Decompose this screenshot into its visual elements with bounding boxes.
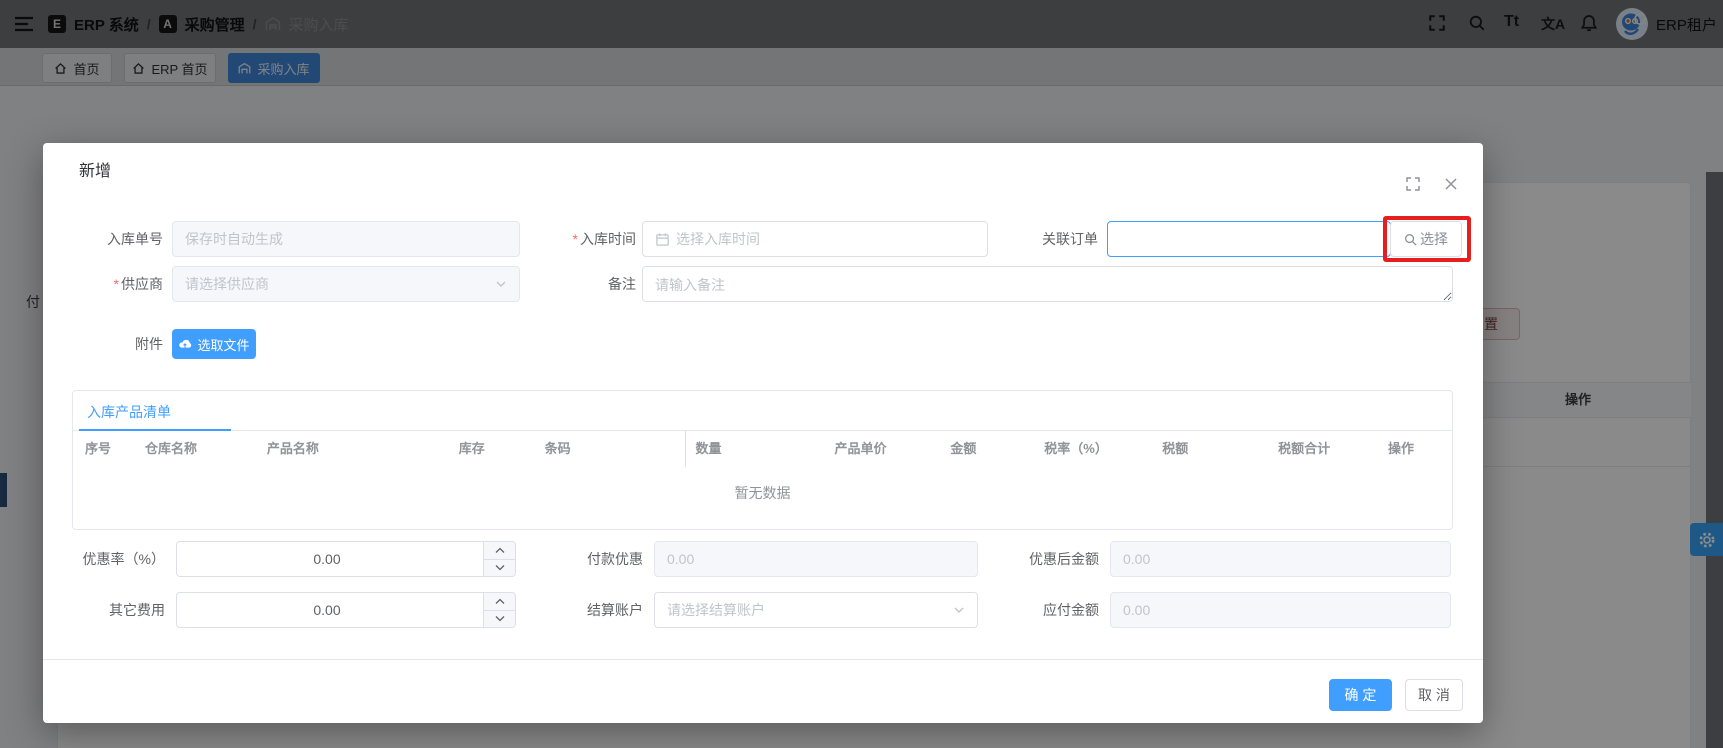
footer-divider xyxy=(43,659,1483,660)
stepper-up-icon[interactable] xyxy=(484,593,515,611)
empty-data-text: 暂无数据 xyxy=(734,485,791,501)
amount-payable-label: 应付金额 xyxy=(1043,602,1099,618)
col-quantity: 数量 xyxy=(684,431,835,467)
dialog-title: 新增 xyxy=(79,163,112,180)
in-time-picker[interactable]: 选择入库时间 xyxy=(642,221,988,257)
cancel-button[interactable]: 取 消 xyxy=(1405,679,1463,711)
col-tax-rate: 税率（%） xyxy=(1044,441,1108,456)
col-seq: 序号 xyxy=(85,441,112,456)
payment-discount-label: 付款优惠 xyxy=(587,551,643,567)
product-table-header: 序号 仓库名称 产品名称 库存 条码 数量 产品单价 金额 税率（%） 税额 税… xyxy=(73,431,1452,467)
stepper-up-icon[interactable] xyxy=(484,542,515,560)
choose-file-button[interactable]: 选取文件 xyxy=(172,329,256,359)
col-unit-price: 产品单价 xyxy=(834,441,887,456)
remark-label: 备注 xyxy=(608,276,636,292)
amount-payable-field[interactable] xyxy=(1123,602,1438,618)
other-fee-field[interactable] xyxy=(177,602,477,618)
confirm-button[interactable]: 确 定 xyxy=(1329,679,1392,711)
in-time-label: * 入库时间 xyxy=(572,231,636,247)
col-warehouse: 仓库名称 xyxy=(144,441,197,456)
stepper-down-icon[interactable] xyxy=(484,559,515,576)
dialog-close-icon[interactable] xyxy=(1443,176,1459,192)
screen: E ERP 系统 / A 采购管理 / 采购入库 Tt 文A ERP租户 首页 … xyxy=(0,0,1723,748)
attachment-label: 附件 xyxy=(135,336,163,352)
col-stock: 库存 xyxy=(458,441,485,456)
dialog-maximize-icon[interactable] xyxy=(1405,176,1421,192)
after-discount-label: 优惠后金额 xyxy=(1029,551,1099,567)
other-fee-input[interactable] xyxy=(176,592,516,628)
col-tax: 税额 xyxy=(1162,441,1189,456)
add-dialog: 新增 入库单号 *入库时间 选择入库时间 关联订单 选择 *供应商 xyxy=(43,143,1483,723)
related-order-field[interactable] xyxy=(1120,231,1378,247)
discount-rate-input[interactable] xyxy=(176,541,516,577)
after-discount-field[interactable] xyxy=(1123,551,1438,567)
amount-payable-input[interactable] xyxy=(1110,592,1451,628)
remark-textarea[interactable] xyxy=(642,266,1453,302)
supplier-select[interactable]: 请选择供应商 xyxy=(172,266,520,302)
discount-rate-field[interactable] xyxy=(177,551,477,567)
payment-discount-input[interactable] xyxy=(654,541,978,577)
order-no-input[interactable] xyxy=(172,221,520,257)
related-order-select-button[interactable]: 选择 xyxy=(1390,221,1462,257)
after-discount-input[interactable] xyxy=(1110,541,1451,577)
tab-product-list[interactable]: 入库产品清单 xyxy=(87,402,171,422)
order-no-label: 入库单号 xyxy=(107,231,163,247)
col-tax-total: 税额合计 xyxy=(1278,441,1331,456)
other-fee-stepper xyxy=(483,593,515,627)
settlement-account-select[interactable]: 请选择结算账户 xyxy=(654,592,978,628)
product-list-card: 入库产品清单 序号 仓库名称 产品名称 库存 条码 数量 产品单价 金额 税率（… xyxy=(72,390,1453,530)
payment-discount-field[interactable] xyxy=(667,551,965,567)
chevron-down-icon xyxy=(953,604,965,616)
col-actions: 操作 xyxy=(1388,441,1415,456)
required-marker: * xyxy=(572,231,578,247)
related-order-label: 关联订单 xyxy=(1042,231,1098,247)
col-product: 产品名称 xyxy=(266,441,319,456)
order-no-field[interactable] xyxy=(185,231,507,247)
col-barcode: 条码 xyxy=(544,441,571,456)
required-marker: * xyxy=(113,276,119,292)
supplier-label: * 供应商 xyxy=(113,276,163,292)
discount-rate-label: 优惠率（%） xyxy=(82,551,165,567)
other-fee-label: 其它费用 xyxy=(109,602,165,618)
calendar-icon xyxy=(655,232,670,247)
stepper-down-icon[interactable] xyxy=(484,610,515,627)
chevron-down-icon xyxy=(495,278,507,290)
settlement-account-label: 结算账户 xyxy=(587,602,643,618)
discount-rate-stepper xyxy=(483,542,515,576)
col-amount: 金额 xyxy=(950,441,977,456)
related-order-input[interactable] xyxy=(1107,221,1391,257)
